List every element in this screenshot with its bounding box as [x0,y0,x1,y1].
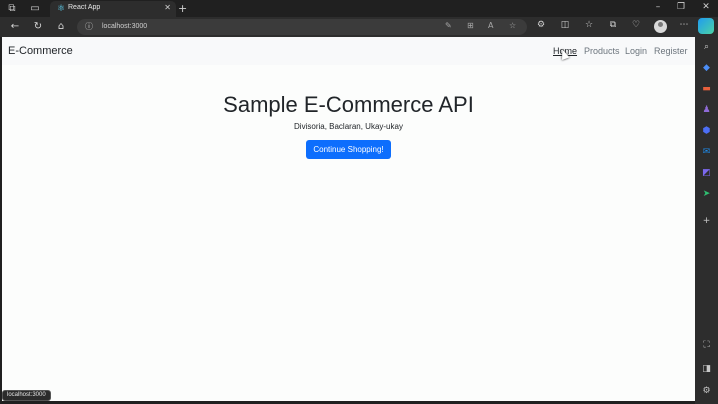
designer-icon[interactable]: ◩ [700,167,713,180]
close-window-icon[interactable]: ✕ [699,2,713,12]
tab-actions-icon[interactable]: ▭ [29,3,41,14]
nav-link-register[interactable]: Register [654,46,688,56]
nav-link-login[interactable]: Login [625,46,647,56]
hero-subtitle: Divisoria, Baclaran, Ukay-ukay [294,122,403,131]
shopping-tag-icon[interactable]: ◆ [700,62,713,75]
restore-icon[interactable]: ❐ [674,2,688,12]
page-viewport: E-Commerce Home Products Login Register … [2,37,695,401]
browser-toolbar: ← ↻ ⌂ ⓘ localhost:3000 ✎ ⊞ A ☆ ⚙ ◫ ☆ ⧉ ♡… [0,17,718,37]
app-available-icon[interactable]: ⊞ [467,21,474,30]
tab-title: React App [68,4,101,11]
browser-window: ⧉ ▭ ⚛ React App ✕ + – ❐ ✕ ← ↻ ⌂ ⓘ localh… [0,0,718,404]
toolbox-icon[interactable]: ▬ [700,83,713,96]
hero-title: Sample E-Commerce API [223,92,474,117]
read-aloud-icon[interactable]: A [488,21,493,30]
react-icon: ⚛ [56,4,66,14]
address-bar[interactable]: ⓘ localhost:3000 ✎ ⊞ A ☆ [77,19,527,35]
sidebar-toggle-icon[interactable]: ◨ [700,363,713,376]
favorites-icon[interactable]: ☆ [583,20,595,30]
performance-icon[interactable]: ♡ [630,20,642,30]
info-icon[interactable]: ⓘ [85,21,93,32]
search-icon[interactable]: ⌕ [700,41,713,54]
profile-avatar[interactable] [654,20,667,33]
tab-react-app[interactable]: ⚛ React App ✕ [50,1,176,17]
tab-strip: ⧉ ▭ ⚛ React App ✕ + – ❐ ✕ [0,0,718,17]
url-text[interactable]: localhost:3000 [102,23,147,30]
hero-banner: Sample E-Commerce API Divisoria, Baclara… [2,92,695,159]
games-icon[interactable]: ♟ [700,104,713,117]
more-icon[interactable]: ⋯ [678,20,690,30]
settings-icon[interactable]: ⚙ [700,385,713,398]
refresh-icon[interactable]: ↻ [31,20,45,34]
brand-link[interactable]: E-Commerce [8,45,73,57]
outlook-icon[interactable]: ✉ [700,146,713,159]
screenshot-icon[interactable]: ⛶ [700,339,713,352]
minimize-icon[interactable]: – [651,2,665,12]
star-icon[interactable]: ☆ [509,21,516,30]
status-bar-url: localhost:3000 [2,390,51,401]
continue-shopping-button[interactable]: Continue Shopping! [306,140,391,159]
back-arrow-icon[interactable]: ← [8,20,22,34]
security-icon[interactable]: ⬢ [700,125,713,138]
send-icon[interactable]: ➤ [700,188,713,201]
pen-icon[interactable]: ✎ [445,21,452,30]
collections-icon[interactable]: ⧉ [607,20,619,30]
close-tab-icon[interactable]: ✕ [164,3,171,12]
nav-link-products[interactable]: Products [584,46,620,56]
new-tab-icon[interactable]: + [178,2,187,15]
workspaces-icon[interactable]: ⧉ [6,3,18,14]
site-navbar: E-Commerce Home Products Login Register [2,37,695,65]
add-icon[interactable]: + [700,215,713,228]
copilot-icon[interactable] [698,18,714,34]
edge-sidebar: ⌕ ◆ ▬ ♟ ⬢ ✉ ◩ ➤ + ⛶ ◨ ⚙ [695,37,718,404]
extensions-icon[interactable]: ⚙ [535,20,547,30]
home-icon[interactable]: ⌂ [54,20,68,34]
split-screen-icon[interactable]: ◫ [559,20,571,30]
